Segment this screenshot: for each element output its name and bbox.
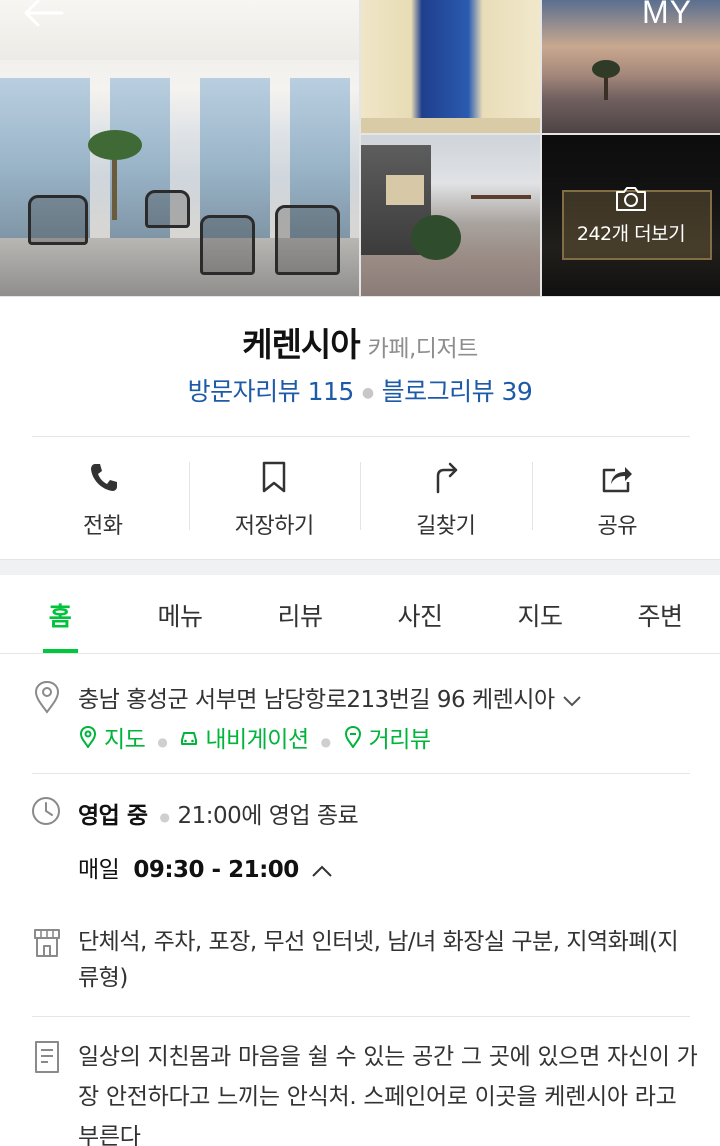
camera-icon xyxy=(616,187,646,211)
photo-seaside-garden[interactable] xyxy=(542,0,720,133)
share-label: 공유 xyxy=(597,514,638,539)
location-pin-icon xyxy=(34,680,60,714)
street-view-link[interactable]: 거리뷰 xyxy=(343,720,431,754)
tab-photos[interactable]: 사진 xyxy=(360,575,480,653)
business-hours-toggle[interactable]: 매일 09:30 - 21:00 xyxy=(78,850,333,884)
save-label: 저장하기 xyxy=(234,514,314,539)
divider xyxy=(32,436,690,437)
tab-map[interactable]: 지도 xyxy=(480,575,600,653)
separator-dot: ● xyxy=(361,385,374,401)
photo-exterior-terrace[interactable] xyxy=(361,135,540,296)
blog-reviews-link[interactable]: 블로그리뷰 39 xyxy=(382,377,533,406)
clock-icon xyxy=(32,797,60,825)
photo-more[interactable]: 242개 더보기 xyxy=(542,135,720,296)
closing-note: 21:00에 영업 종료 xyxy=(177,803,359,829)
address-value: 충남 홍성군 서부면 남당항로213번길 96 케렌시아 xyxy=(78,687,555,713)
street-view-link-label: 거리뷰 xyxy=(368,727,431,753)
tab-home[interactable]: 홈 xyxy=(0,575,120,653)
arrow-left-icon[interactable] xyxy=(22,0,64,28)
phone-icon xyxy=(90,464,117,491)
separator-dot: ● xyxy=(320,734,331,749)
car-icon xyxy=(181,732,198,745)
section-gap xyxy=(0,559,720,575)
action-bar: 전화 저장하기 길찾기 공유 xyxy=(17,448,703,548)
divider xyxy=(32,773,690,774)
save-button[interactable]: 저장하기 xyxy=(188,448,361,548)
map-link[interactable]: 지도 xyxy=(78,720,146,754)
place-category: 카페,디저트 xyxy=(367,336,479,362)
review-counts: 방문자리뷰 115 ● 블로그리뷰 39 xyxy=(0,372,720,408)
chevron-up-icon[interactable] xyxy=(311,864,333,878)
tab-reviews[interactable]: 리뷰 xyxy=(240,575,360,653)
directions-label: 길찾기 xyxy=(416,514,476,539)
my-button[interactable]: MY xyxy=(642,0,692,31)
store-icon xyxy=(34,929,60,957)
bookmark-icon xyxy=(263,461,286,493)
hours-time: 09:30 - 21:00 xyxy=(133,857,299,883)
photo-gallery[interactable]: 242개 더보기 MY xyxy=(0,0,720,297)
address-links: 지도 ● 내비게이션 ● 거리뷰 xyxy=(78,720,431,754)
hours-day: 매일 xyxy=(78,857,120,883)
directions-icon xyxy=(436,462,457,494)
call-label: 전화 xyxy=(83,514,123,539)
photo-curtain-window[interactable] xyxy=(361,0,540,133)
main-photo[interactable] xyxy=(0,0,359,296)
directions-button[interactable]: 길찾기 xyxy=(360,448,532,548)
share-button[interactable]: 공유 xyxy=(531,448,704,548)
place-title: 케렌시아 카페,디저트 xyxy=(0,318,720,366)
open-status: 영업 중 xyxy=(78,803,148,829)
tab-bar: 홈 메뉴 리뷰 사진 지도 주변 xyxy=(0,575,720,654)
map-link-label: 지도 xyxy=(104,727,146,753)
visitor-reviews-link[interactable]: 방문자리뷰 115 xyxy=(188,377,355,406)
chevron-down-icon[interactable] xyxy=(562,695,581,707)
description-text: 일상의 지친몸과 마음을 쉴 수 있는 공간 그 곳에 있으면 자신이 가장 안… xyxy=(78,1044,698,1146)
business-hours-status: 영업 중 ● 21:00에 영업 종료 xyxy=(78,796,359,830)
tab-nearby[interactable]: 주변 xyxy=(600,575,720,653)
map-pin-icon xyxy=(79,726,97,748)
address-text[interactable]: 충남 홍성군 서부면 남당항로213번길 96 케렌시아 xyxy=(78,680,581,714)
navigation-link[interactable]: 내비게이션 xyxy=(179,720,309,754)
share-icon xyxy=(603,467,633,493)
divider xyxy=(32,1016,690,1017)
document-icon xyxy=(35,1041,59,1073)
tab-menu[interactable]: 메뉴 xyxy=(120,575,240,653)
call-button[interactable]: 전화 xyxy=(17,448,189,548)
navigation-link-label: 내비게이션 xyxy=(205,727,309,753)
separator-dot: ● xyxy=(159,809,170,824)
more-photos-label: 242개 더보기 xyxy=(576,223,686,245)
amenities-text: 단체석, 주차, 포장, 무선 인터넷, 남/녀 화장실 구분, 지역화폐(지류… xyxy=(78,929,679,991)
street-view-icon xyxy=(344,726,361,748)
separator-dot: ● xyxy=(157,734,168,749)
place-name: 케렌시아 xyxy=(242,325,360,364)
